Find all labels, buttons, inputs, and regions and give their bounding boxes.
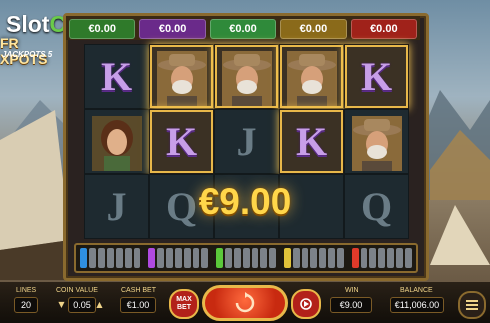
jackpot-2: €0.00 — [139, 19, 206, 39]
jackpot-4: €0.00 — [280, 19, 347, 39]
jackpot-5: €0.00 — [350, 19, 418, 39]
key-icon — [328, 248, 336, 268]
key-icon — [97, 248, 105, 268]
autoplay-button[interactable] — [291, 289, 321, 319]
autoplay-icon — [300, 298, 312, 310]
spin-button[interactable] — [202, 285, 288, 321]
k-symbol: K — [165, 119, 198, 164]
key-icon — [387, 248, 395, 268]
max-bet-button[interactable]: MAX BET — [169, 289, 199, 319]
key-icon — [337, 248, 345, 268]
tent-left — [0, 110, 70, 280]
q-symbol: Q — [360, 184, 393, 229]
key-icon — [165, 248, 173, 268]
key-icon — [251, 248, 259, 268]
key-icon — [156, 248, 164, 268]
reel-cell: K — [279, 109, 344, 174]
key-icon — [183, 248, 191, 268]
key-icon — [124, 248, 132, 268]
coin-up-button[interactable]: ▲ — [95, 299, 104, 309]
cowboy-portrait-symbol — [222, 51, 272, 106]
k-symbol: K — [360, 54, 393, 99]
key-icon — [224, 248, 232, 268]
reel-cell: K — [84, 44, 149, 109]
key-icon — [269, 248, 277, 268]
key-icon — [283, 248, 291, 268]
key-icon — [319, 248, 327, 268]
key-icon — [351, 248, 359, 268]
key-icon — [88, 248, 96, 268]
jackpot-bar: €0.00 €0.00 €0.00 €0.00 €0.00 — [66, 16, 420, 40]
key-icon — [378, 248, 386, 268]
game-logo-subtitle: JACKPOTS 5 — [2, 50, 53, 59]
woman-portrait-symbol — [92, 116, 142, 171]
cash-bet-label: CASH BET — [121, 287, 157, 294]
key-icon — [233, 248, 241, 268]
cowboy-portrait-symbol — [287, 51, 337, 106]
j-symbol: J — [236, 119, 257, 164]
lines-value: 20 — [14, 297, 38, 313]
key-icon — [201, 248, 209, 268]
key-icon — [147, 248, 155, 268]
tent-right — [430, 205, 490, 265]
key-icon — [133, 248, 141, 268]
refresh-arrows-icon — [235, 292, 255, 313]
jackpot-3: €0.00 — [209, 19, 277, 39]
balance-value: €11,006.00 — [390, 297, 444, 313]
key-icon — [260, 248, 268, 268]
key-icon — [106, 248, 114, 268]
key-icon — [292, 248, 300, 268]
key-icon — [360, 248, 368, 268]
menu-button[interactable] — [458, 291, 486, 319]
key-icon — [192, 248, 200, 268]
reel-cell: J — [214, 109, 279, 174]
reel-cell — [279, 44, 344, 109]
lines-label: LINES — [16, 287, 37, 294]
balance-label: BALANCE — [400, 287, 433, 294]
reel-cell — [84, 109, 149, 174]
key-icon — [405, 248, 413, 268]
coin-down-button[interactable]: ▼ — [57, 299, 66, 309]
cowboy-portrait-symbol — [157, 51, 207, 106]
reel-cell — [214, 44, 279, 109]
key-icon — [242, 248, 250, 268]
key-icon — [115, 248, 123, 268]
key-icon — [80, 248, 87, 268]
key-icon — [369, 248, 377, 268]
reel-cell: Q — [344, 174, 409, 239]
coin-value-label: COIN VALUE — [56, 287, 98, 294]
jackpot-1: €0.00 — [69, 19, 136, 39]
key-icon — [310, 248, 318, 268]
coin-value-field: 0.05 — [68, 297, 96, 313]
win-amount-display: €9.00 — [198, 181, 292, 222]
reel-cell: K — [149, 109, 214, 174]
reel-cell — [344, 109, 409, 174]
k-symbol: K — [100, 54, 133, 99]
win-value: €9.00 — [330, 297, 372, 313]
cowboy-portrait-symbol — [352, 116, 402, 171]
key-icon — [301, 248, 309, 268]
key-icon — [215, 248, 223, 268]
j-symbol: J — [106, 184, 127, 229]
reel-cell — [149, 44, 214, 109]
key-icon — [174, 248, 182, 268]
key-collection-bar — [74, 243, 418, 273]
reel-cell: K — [344, 44, 409, 109]
menu-icon — [466, 300, 478, 310]
cash-bet-value: €1.00 — [120, 297, 156, 313]
key-icon — [396, 248, 404, 268]
win-label: WIN — [345, 287, 359, 294]
reel-cell: J — [84, 174, 149, 239]
k-symbol: K — [295, 119, 328, 164]
